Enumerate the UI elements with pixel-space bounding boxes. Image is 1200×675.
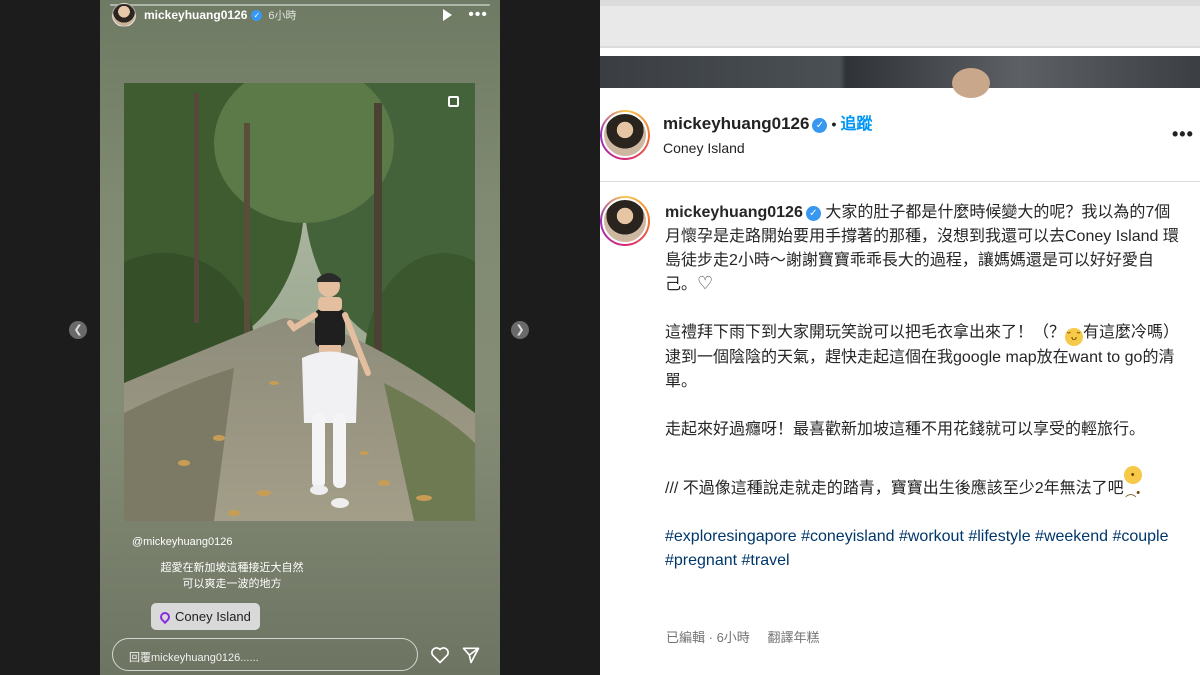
reply-input[interactable]: 回覆mickeyhuang0126...... <box>112 638 418 671</box>
forest-path-photo <box>124 83 475 521</box>
hashtag-link[interactable]: #workout <box>899 528 964 545</box>
caption-avatar[interactable] <box>600 196 650 246</box>
caption-text: 這禮拜下雨下到大家開玩笑說可以把毛衣拿出來了！（？ <box>665 324 1066 341</box>
story-caption-line: 超愛在新加坡這種接近大自然 <box>160 562 304 574</box>
grinning-face-icon: ˘ᴗ˘ <box>1065 328 1084 346</box>
story-card: mickeyhuang0126 ✓ 6小時 ••• @mickeyhuang01… <box>100 0 500 675</box>
heart-icon[interactable] <box>430 645 450 665</box>
location-pin-icon <box>157 609 173 624</box>
worried-face-icon: •︵• <box>1123 466 1142 499</box>
post-timestamp: 6小時 <box>716 630 750 645</box>
post-photo-strip <box>600 56 1200 98</box>
caption-username[interactable]: mickeyhuang0126 <box>665 204 803 221</box>
translate-button[interactable]: 翻譯年糕 <box>767 630 819 645</box>
edited-label: 已編輯 <box>666 630 706 645</box>
send-icon[interactable] <box>461 645 481 665</box>
post-username[interactable]: mickeyhuang0126 <box>663 114 809 133</box>
hashtag-link[interactable]: #exploresingapore <box>665 528 797 545</box>
caption-paragraph: 走起來好過癮呀！最喜歡新加坡這種不用花錢就可以享受的輕旅行。 <box>665 421 1146 438</box>
story-caption-line: 可以爽走一波的地方 <box>182 578 282 590</box>
hashtag-link[interactable]: #travel <box>742 552 790 569</box>
avatar[interactable] <box>112 3 136 27</box>
play-icon[interactable] <box>443 9 453 21</box>
hashtag-link[interactable]: #coneyisland <box>801 528 894 545</box>
hashtag-link[interactable]: #couple <box>1112 528 1168 545</box>
hashtag-list: #exploresingapore #coneyisland #workout … <box>665 525 1180 573</box>
story-username[interactable]: mickeyhuang0126 <box>144 8 247 22</box>
caption-paragraph: 這禮拜下雨下到大家開玩笑說可以把毛衣拿出來了！（？ ˘ᴗ˘ 有這麼冷嗎）逮到一個陰陰… <box>665 321 1180 394</box>
post-meta: 已編輯 · 6小時 翻譯年糕 <box>666 630 820 645</box>
story-header: mickeyhuang0126 ✓ 6小時 ••• <box>112 2 488 28</box>
location-sticker-label: Coney Island <box>175 609 251 624</box>
story-photo <box>124 83 475 521</box>
more-icon[interactable]: ••• <box>468 7 488 23</box>
post-location[interactable]: Coney Island <box>663 140 745 156</box>
verified-badge-icon: ✓ <box>805 206 821 221</box>
story-viewer: ❮ ❯ mickeyhuang0126 ✓ 6小時 ••• @mickeyhua… <box>0 0 600 675</box>
hashtag-link[interactable]: #pregnant <box>665 552 737 569</box>
story-mention[interactable]: @mickeyhuang0126 <box>132 536 232 548</box>
story-caption: 超愛在新加坡這種接近大自然 可以爽走一波的地方 <box>132 560 332 592</box>
post-caption: mickeyhuang0126 ✓ 大家的肚子都是什麼時候變大的呢？我以為的7個月… <box>665 201 1180 597</box>
browser-bar <box>600 0 1200 48</box>
location-sticker[interactable]: Coney Island <box>151 603 260 630</box>
hashtag-link[interactable]: #weekend <box>1035 528 1108 545</box>
story-timestamp: 6小時 <box>268 10 297 22</box>
caption-paragraph: /// 不過像這種說走就走的踏青，寶寶出生後應該至少2年無法了吧•︵• <box>665 466 1180 501</box>
post-author[interactable]: mickeyhuang0126 ✓ • 追蹤 <box>663 110 872 134</box>
verified-badge-icon: ✓ <box>251 9 263 21</box>
hashtag-link[interactable]: #lifestyle <box>968 528 1030 545</box>
chevron-right-icon[interactable]: ❯ <box>511 321 529 339</box>
caption-paragraph: mickeyhuang0126 ✓ 大家的肚子都是什麼時候變大的呢？我以為的7個月… <box>665 201 1180 297</box>
square-icon[interactable] <box>448 96 459 107</box>
verified-badge-icon: ✓ <box>812 118 828 133</box>
heart-outline-icon: ♡ <box>697 273 714 293</box>
avatar[interactable] <box>600 110 650 160</box>
chevron-left-icon[interactable]: ❮ <box>69 321 87 339</box>
more-icon[interactable]: ••• <box>1172 124 1194 145</box>
post-header: mickeyhuang0126 ✓ • 追蹤 Coney Island ••• <box>600 90 1200 182</box>
caption-text: /// 不過像這種說走就走的踏青，寶寶出生後應該至少2年無法了吧 <box>665 480 1124 497</box>
follow-button[interactable]: 追蹤 <box>840 116 872 133</box>
